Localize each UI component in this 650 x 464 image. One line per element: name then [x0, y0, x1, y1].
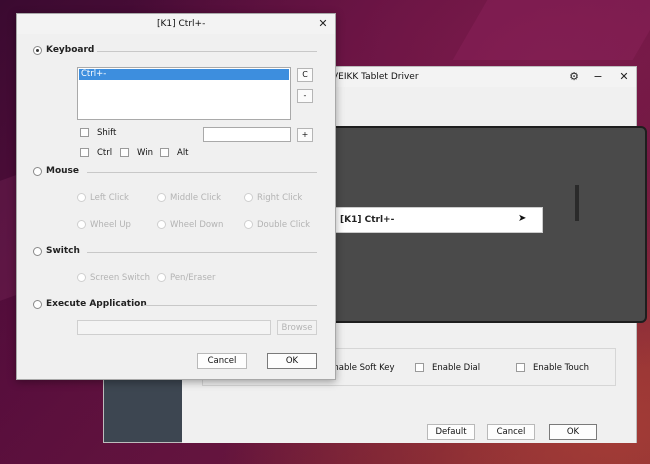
win-label: Win [137, 148, 153, 158]
execute-app-divider [143, 305, 317, 306]
add-button[interactable]: + [297, 128, 313, 142]
alt-label: Alt [177, 148, 189, 158]
wheel-down-radio[interactable] [157, 220, 166, 229]
switch-divider [87, 252, 317, 253]
ctrl-checkbox[interactable] [80, 148, 89, 157]
default-button[interactable]: Default [427, 424, 475, 440]
arrow-right-icon: ➤ [518, 213, 527, 224]
key-input[interactable] [203, 127, 291, 142]
mouse-radio[interactable] [33, 167, 42, 176]
right-click-radio[interactable] [244, 193, 253, 202]
pen-eraser-radio[interactable] [157, 273, 166, 282]
keyboard-divider [97, 51, 317, 52]
key-list-item-selected[interactable]: Ctrl+- [79, 69, 289, 80]
enable-dial-label: Enable Dial [432, 363, 481, 373]
double-click-label: Double Click [257, 220, 311, 230]
ctrl-label: Ctrl [97, 148, 113, 158]
mouse-divider [87, 172, 317, 173]
wheel-down-label: Wheel Down [170, 220, 224, 230]
keyboard-radio[interactable] [33, 46, 42, 55]
dialog-ok-button[interactable]: OK [267, 353, 317, 369]
enable-dial-checkbox[interactable] [415, 363, 424, 372]
left-click-radio[interactable] [77, 193, 86, 202]
key-assignment-dialog: [K1] Ctrl+- ✕ Keyboard Ctrl+- C - Shift … [16, 13, 336, 380]
close-icon[interactable]: ✕ [315, 16, 331, 32]
clear-button[interactable]: C [297, 68, 313, 82]
middle-click-label: Middle Click [170, 193, 222, 203]
double-click-radio[interactable] [244, 220, 253, 229]
shift-label: Shift [97, 128, 117, 138]
close-button[interactable]: ✕ [616, 69, 632, 85]
mouse-section-label: Mouse [46, 166, 80, 176]
wallpaper-shape [452, 0, 650, 60]
enable-soft-key-label: Enable Soft Key [328, 363, 395, 373]
left-click-label: Left Click [90, 193, 129, 203]
dialog-titlebar: [K1] Ctrl+- ✕ [17, 14, 335, 34]
driver-ok-button[interactable]: OK [549, 424, 597, 440]
express-key-k1[interactable]: [K1] Ctrl+- ➤ [331, 207, 543, 233]
enable-touch-checkbox[interactable] [516, 363, 525, 372]
key-list[interactable]: Ctrl+- [77, 67, 291, 120]
execute-app-section-label: Execute Application [46, 299, 147, 309]
minimize-button[interactable]: − [590, 69, 606, 85]
wheel-up-radio[interactable] [77, 220, 86, 229]
win-checkbox[interactable] [120, 148, 129, 157]
screen-switch-radio[interactable] [77, 273, 86, 282]
middle-click-radio[interactable] [157, 193, 166, 202]
shift-checkbox[interactable] [80, 128, 89, 137]
screen-switch-label: Screen Switch [90, 273, 151, 283]
switch-section-label: Switch [46, 246, 80, 256]
pen-eraser-label: Pen/Eraser [170, 273, 216, 283]
alt-checkbox[interactable] [160, 148, 169, 157]
driver-window-title: VEIKK Tablet Driver [332, 72, 419, 82]
wheel-up-label: Wheel Up [90, 220, 131, 230]
app-path-input[interactable] [77, 320, 271, 335]
gear-icon[interactable]: ⚙ [566, 69, 582, 85]
tablet-side-edge [575, 185, 579, 221]
browse-button[interactable]: Browse [277, 320, 317, 335]
enable-touch-label: Enable Touch [533, 363, 590, 373]
express-key-label: [K1] Ctrl+- [340, 215, 395, 225]
right-click-label: Right Click [257, 193, 303, 203]
keyboard-section-label: Keyboard [46, 45, 95, 55]
driver-cancel-button[interactable]: Cancel [487, 424, 535, 440]
dialog-title: [K1] Ctrl+- [157, 19, 206, 29]
remove-button[interactable]: - [297, 89, 313, 103]
dialog-cancel-button[interactable]: Cancel [197, 353, 247, 369]
switch-radio[interactable] [33, 247, 42, 256]
execute-app-radio[interactable] [33, 300, 42, 309]
